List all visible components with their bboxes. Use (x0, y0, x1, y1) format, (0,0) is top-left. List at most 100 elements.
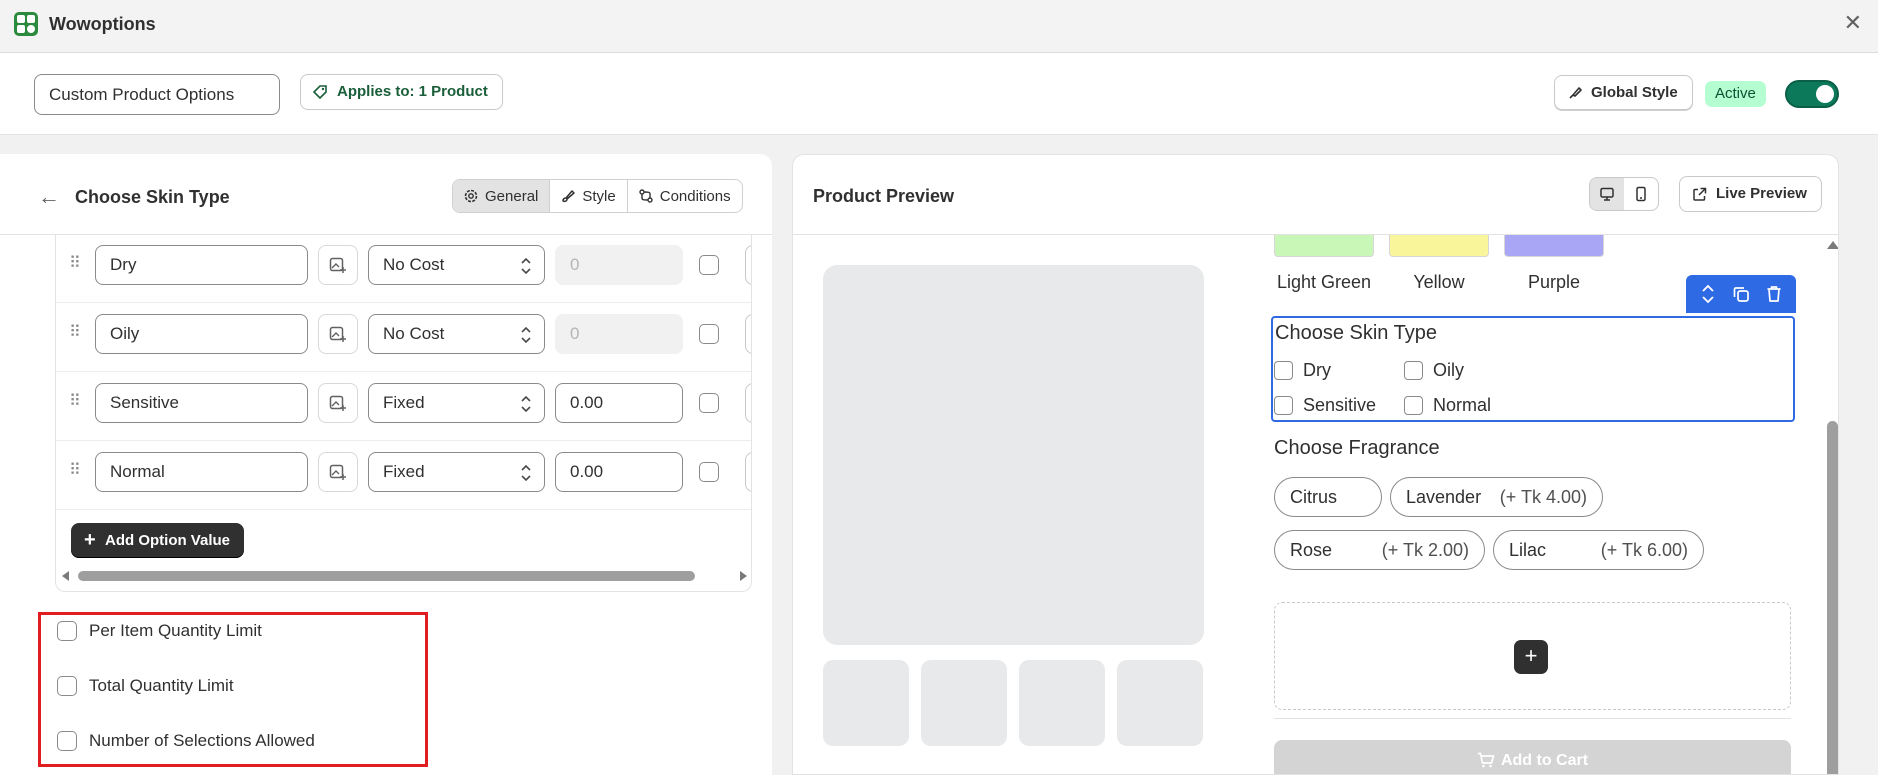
applies-to-label: Applies to: 1 Product (337, 83, 488, 100)
preview-option-normal[interactable]: Normal (1404, 395, 1491, 416)
preview-title: Product Preview (813, 186, 955, 206)
per-item-quantity-limit-checkbox[interactable] (57, 621, 77, 641)
global-style-button[interactable]: Global Style (1554, 75, 1693, 110)
preview-option-oily[interactable]: Oily (1404, 360, 1464, 381)
value-name-input[interactable] (95, 383, 308, 423)
image-upload-button[interactable] (318, 452, 358, 492)
drag-handle-icon[interactable]: ⠿ (69, 322, 81, 342)
default-checkbox[interactable] (699, 324, 719, 344)
tab-general[interactable]: General (453, 180, 551, 212)
cost-type-select[interactable]: No Cost (368, 314, 545, 354)
gear-icon (464, 189, 478, 203)
default-checkbox[interactable] (699, 462, 719, 482)
duplicate-icon[interactable] (1732, 285, 1750, 303)
value-price-input[interactable] (555, 245, 683, 285)
scrollbar-thumb[interactable] (78, 571, 695, 581)
total-quantity-limit-label: Total Quantity Limit (89, 676, 234, 695)
cost-type-select[interactable]: Fixed (368, 383, 545, 423)
product-preview-panel: Product Preview Live Preview Light Green… (792, 154, 1839, 775)
active-toggle[interactable] (1785, 80, 1839, 108)
value-name-input[interactable] (95, 245, 308, 285)
table-row: ⠿ No Cost (56, 303, 751, 372)
value-name-input[interactable] (95, 452, 308, 492)
back-arrow-icon[interactable]: ← (38, 184, 60, 210)
add-to-cart-button[interactable]: Add to Cart (1274, 740, 1791, 774)
total-quantity-limit[interactable]: Total Quantity Limit (57, 676, 234, 696)
color-swatch-yellow[interactable] (1389, 235, 1489, 257)
number-of-selections-allowed[interactable]: Number of Selections Allowed (57, 731, 315, 751)
preview-option-sensitive[interactable]: Sensitive (1274, 395, 1376, 416)
window-titlebar: Wowoptions ✕ (0, 0, 1878, 53)
preview-checkbox[interactable] (1404, 361, 1423, 380)
cost-type-select[interactable]: No Cost (368, 245, 545, 285)
image-upload-button[interactable] (318, 383, 358, 423)
color-swatch-purple[interactable] (1504, 235, 1604, 257)
table-row: ⠿ Fixed (56, 441, 751, 510)
image-upload-button[interactable] (318, 245, 358, 285)
product-thumbnail[interactable] (1019, 660, 1105, 746)
scroll-left-icon[interactable] (62, 571, 69, 581)
fragrance-chip-rose[interactable]: Rose (+ Tk 2.00) (1274, 530, 1485, 570)
add-block-button[interactable]: + (1514, 640, 1548, 674)
product-image-placeholder (823, 265, 1204, 645)
desktop-view-button[interactable] (1590, 178, 1624, 210)
number-of-selections-allowed-checkbox[interactable] (57, 731, 77, 751)
next-column-field[interactable] (745, 245, 751, 285)
default-checkbox[interactable] (699, 393, 719, 413)
mobile-view-button[interactable] (1624, 178, 1658, 210)
preview-checkbox[interactable] (1274, 361, 1293, 380)
value-price-input[interactable] (555, 452, 683, 492)
image-upload-button[interactable] (318, 314, 358, 354)
preview-option-dry[interactable]: Dry (1274, 360, 1331, 381)
preview-checkbox[interactable] (1404, 396, 1423, 415)
drag-handle-icon[interactable]: ⠿ (69, 460, 81, 480)
chip-price: (+ Tk 4.00) (1499, 487, 1587, 507)
chip-label: Lavender (1406, 487, 1482, 507)
desktop-icon (1600, 187, 1614, 201)
drag-handle-icon[interactable]: ⠿ (69, 253, 81, 273)
add-option-value-button[interactable]: + Add Option Value (71, 523, 245, 558)
next-column-field[interactable] (745, 452, 751, 492)
color-swatch-light-green[interactable] (1274, 235, 1374, 257)
move-up-down-icon[interactable] (1700, 283, 1716, 305)
tab-style[interactable]: Style (550, 180, 628, 212)
total-quantity-limit-checkbox[interactable] (57, 676, 77, 696)
add-option-value-label: Add Option Value (105, 532, 231, 549)
scroll-up-icon[interactable] (1827, 241, 1838, 249)
next-column-field[interactable] (745, 383, 751, 423)
status-badge: Active (1705, 81, 1766, 107)
next-column-field[interactable] (745, 314, 751, 354)
fragrance-chip-lilac[interactable]: Lilac (+ Tk 6.00) (1493, 530, 1704, 570)
per-item-quantity-limit[interactable]: Per Item Quantity Limit (57, 621, 262, 641)
value-price-input[interactable] (555, 383, 683, 423)
default-checkbox[interactable] (699, 255, 719, 275)
value-price-input[interactable] (555, 314, 683, 354)
tab-conditions[interactable]: Conditions (628, 180, 742, 212)
cost-type-select[interactable]: Fixed (368, 452, 545, 492)
applies-to-button[interactable]: Applies to: 1 Product (300, 74, 503, 110)
paint-brush-icon (1569, 87, 1582, 99)
scroll-right-icon[interactable] (740, 571, 747, 581)
value-name-input[interactable] (95, 314, 308, 354)
fragrance-chip-citrus[interactable]: Citrus (1274, 477, 1382, 517)
close-icon[interactable]: ✕ (1844, 10, 1862, 36)
horizontal-scrollbar[interactable] (56, 568, 751, 584)
product-thumbnail[interactable] (823, 660, 909, 746)
trash-icon[interactable] (1766, 285, 1782, 303)
drag-handle-icon[interactable]: ⠿ (69, 391, 81, 411)
scrollbar-thumb[interactable] (1827, 421, 1838, 774)
color-swatch-label: Light Green (1276, 272, 1372, 292)
select-chevron-icon (521, 257, 531, 275)
table-row: ⠿ Fixed (56, 372, 751, 441)
option-set-name-input[interactable] (34, 74, 280, 115)
product-thumbnail[interactable] (1117, 660, 1203, 746)
cost-type-value: No Cost (383, 324, 445, 343)
live-preview-button[interactable]: Live Preview (1679, 176, 1822, 212)
preview-checkbox[interactable] (1274, 396, 1293, 415)
fragrance-chip-lavender[interactable]: Lavender (+ Tk 4.00) (1390, 477, 1603, 517)
image-add-icon (329, 326, 346, 342)
selected-option-block[interactable]: Choose Skin Type Dry Oily Sensitive Norm… (1271, 316, 1795, 422)
vertical-scrollbar[interactable] (1825, 235, 1838, 774)
mobile-icon (1636, 186, 1646, 202)
product-thumbnail[interactable] (921, 660, 1007, 746)
